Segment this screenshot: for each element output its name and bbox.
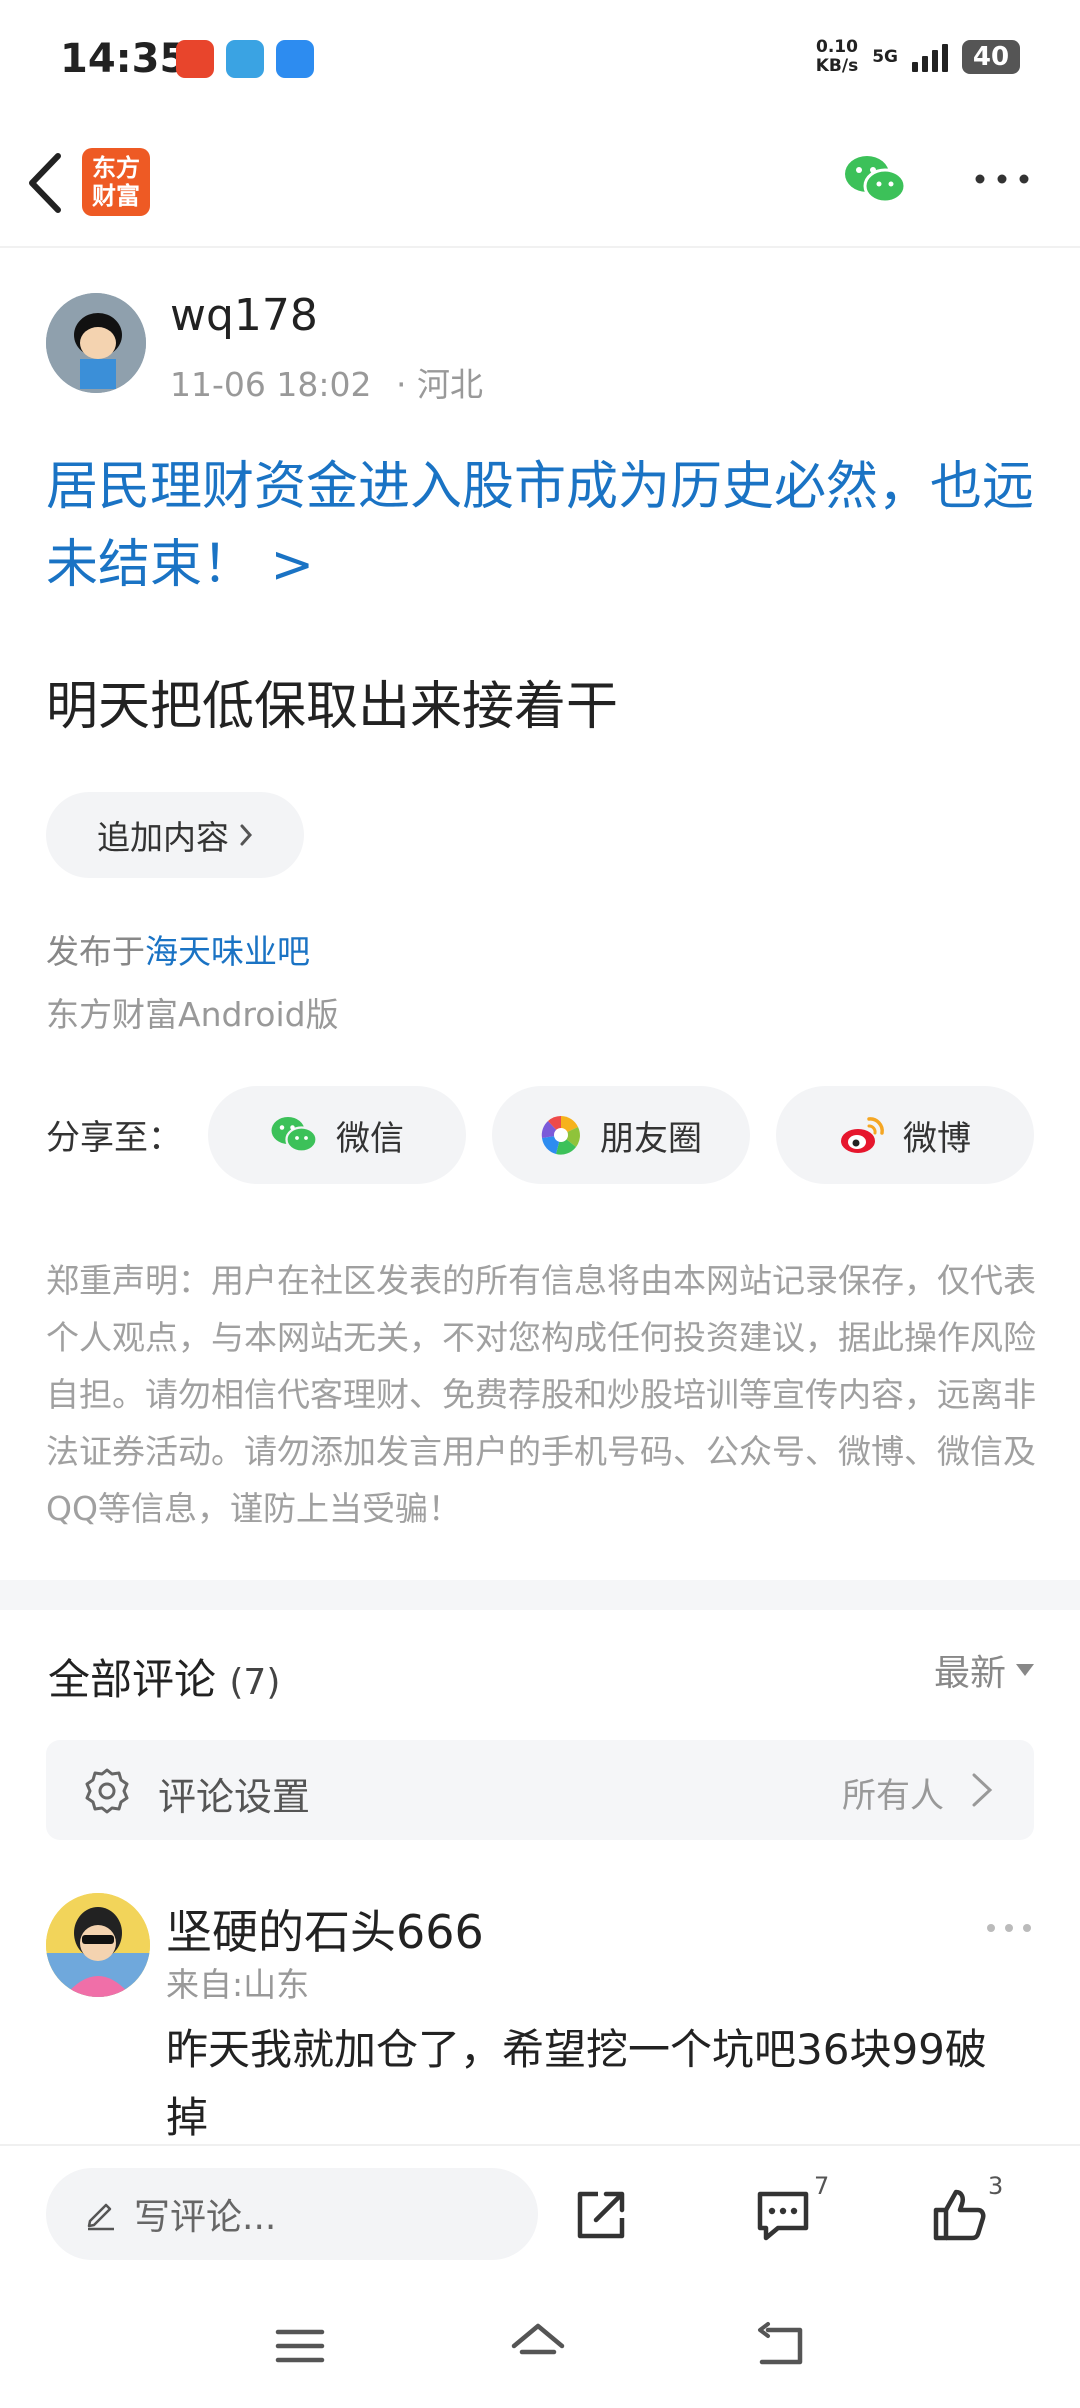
post-title-link[interactable]: 居民理财资金进入股市成为历史必然，也远未结束！ > <box>46 448 1041 604</box>
more-horizontal-icon <box>975 174 1029 184</box>
share-wechat-label: 微信 <box>336 1118 404 1159</box>
share-moments-button[interactable]: 朋友圈 <box>492 1086 750 1184</box>
wechat-icon <box>845 156 907 204</box>
comment-settings-value: 所有人 <box>842 1776 944 1816</box>
post-timestamp: 11-06 18:02 <box>170 365 372 404</box>
gear-icon <box>85 1768 129 1814</box>
logo-text-line2: 财富 <box>92 182 140 210</box>
client-source: 东方财富Android版 <box>46 995 339 1034</box>
thumbs-up-icon <box>933 2189 986 2241</box>
author-name[interactable]: wq178 <box>170 290 318 341</box>
comment-count-badge: 7 <box>814 2172 830 2200</box>
header-divider <box>0 246 1080 248</box>
chevron-left-icon <box>29 153 61 213</box>
share-weibo-label: 微博 <box>903 1118 971 1159</box>
signal-bars-icon <box>912 42 948 72</box>
share-button[interactable] <box>570 2184 632 2246</box>
avatar-image <box>46 1893 150 1997</box>
pencil-icon <box>87 2203 114 2231</box>
avatar-image <box>46 293 146 393</box>
network-type: 5G <box>872 47 898 67</box>
commenter-avatar[interactable] <box>46 1893 150 1997</box>
author-avatar[interactable] <box>46 293 146 393</box>
status-app-icons <box>176 40 314 78</box>
more-horizontal-icon <box>987 1924 1031 1932</box>
forum-link[interactable]: 海天味业吧 <box>145 932 310 971</box>
status-indicators: 0.10 KB/s 5G 40 <box>816 38 1020 76</box>
write-comment-placeholder: 写评论... <box>134 2197 277 2238</box>
add-content-button[interactable]: 追加内容 <box>46 792 304 878</box>
chevron-right-icon <box>972 1773 993 1807</box>
comment-settings-row[interactable]: 评论设置 所有人 <box>46 1740 1034 1840</box>
battery-icon: 40 <box>962 40 1020 74</box>
sort-dropdown[interactable]: 最新 <box>934 1644 1034 1696</box>
weibo-icon <box>841 1117 884 1153</box>
comments-title-label: 全部评论 <box>48 1655 217 1704</box>
wechat-share-button[interactable] <box>843 152 907 208</box>
chevron-right-icon <box>240 824 253 846</box>
logo-text-line1: 东方 <box>92 154 140 182</box>
recent-apps-button[interactable] <box>272 2318 328 2374</box>
published-in: 发布于海天味业吧 <box>46 925 310 973</box>
comment-settings-label: 评论设置 <box>158 1775 311 1819</box>
status-time: 14:35 <box>60 36 188 82</box>
home-button[interactable] <box>510 2318 566 2374</box>
commenter-name[interactable]: 坚硬的石头666 <box>166 1896 484 1962</box>
commenter-location: 来自:山东 <box>166 1965 310 2004</box>
post-location: · 河北 <box>395 365 483 404</box>
network-speed-unit: KB/s <box>815 56 859 76</box>
share-weibo-button[interactable]: 微博 <box>776 1086 1034 1184</box>
comments-count: (7) <box>229 1662 281 1703</box>
wechat-icon <box>271 1117 318 1153</box>
taobao-app-icon <box>176 40 214 78</box>
share-wechat-button[interactable]: 微信 <box>208 1086 466 1184</box>
app-notification-icon <box>276 40 314 78</box>
moments-icon <box>541 1115 580 1155</box>
share-icon <box>577 2191 625 2239</box>
published-prefix: 发布于 <box>46 932 145 971</box>
share-label: 分享至： <box>46 1118 182 1158</box>
comments-button[interactable] <box>752 2184 814 2246</box>
comment-more-button[interactable] <box>985 1920 1033 1934</box>
app-logo[interactable]: 东方 财富 <box>82 148 150 216</box>
write-comment-input[interactable]: 写评论... <box>46 2168 538 2260</box>
post-body: 明天把低保取出来接着干 <box>46 677 619 737</box>
post-meta: 11-06 18:02 · 河北 <box>170 358 483 406</box>
menu-icon <box>275 2329 325 2363</box>
comment-icon <box>757 2191 809 2241</box>
sort-label: 最新 <box>933 1653 1006 1694</box>
disclaimer-text: 郑重声明：用户在社区发表的所有信息将由本网站记录保存，仅代表个人观点，与本网站无… <box>46 1261 1036 1528</box>
home-icon <box>511 2323 565 2355</box>
back-button[interactable] <box>22 150 72 216</box>
network-speed: 0.10 KB/s <box>816 38 858 76</box>
more-options-button[interactable] <box>972 164 1032 194</box>
telegram-app-icon <box>226 40 264 78</box>
back-nav-button[interactable] <box>752 2318 808 2374</box>
caret-down-icon <box>1016 1664 1034 1676</box>
share-moments-label: 朋友圈 <box>600 1118 702 1159</box>
add-content-label: 追加内容 <box>97 818 229 857</box>
comments-title: 全部评论 (7) <box>48 1646 280 1707</box>
network-speed-value: 0.10 <box>815 37 858 57</box>
section-divider <box>0 1580 1080 1610</box>
back-arrow-icon <box>758 2322 803 2365</box>
like-count-badge: 3 <box>988 2172 1004 2200</box>
comment-text: 昨天我就加仓了，希望挖一个坑吧36块99破掉 <box>166 2025 987 2142</box>
like-button[interactable] <box>928 2184 990 2246</box>
